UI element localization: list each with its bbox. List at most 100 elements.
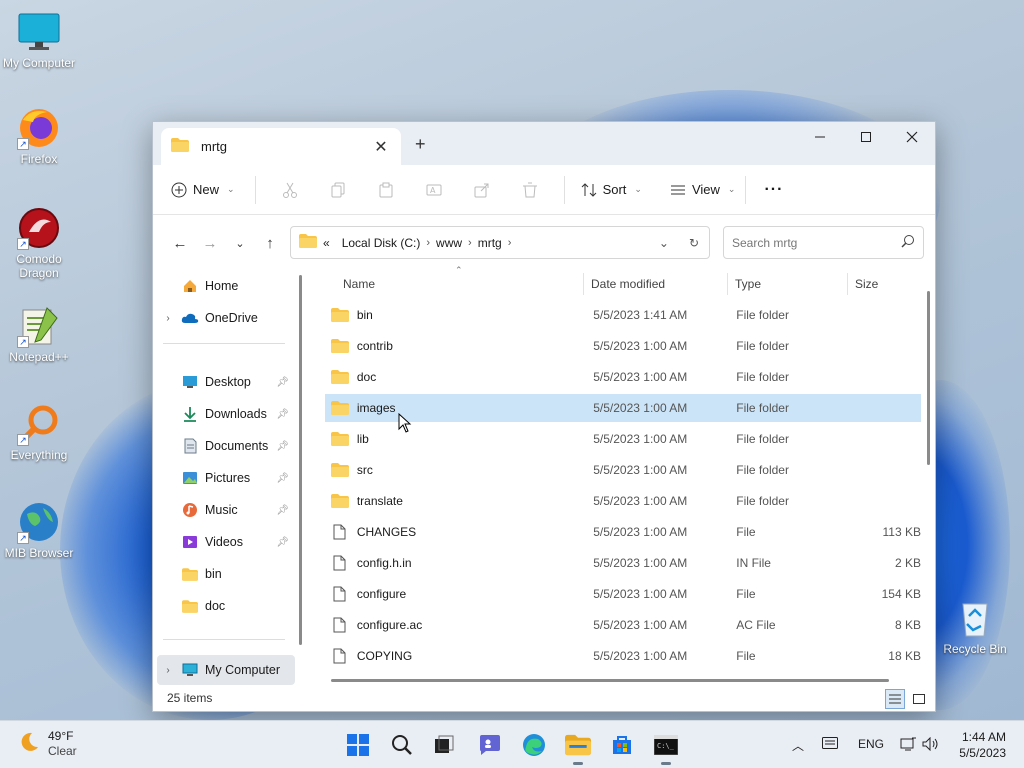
keyboard-icon[interactable] <box>822 737 838 752</box>
vertical-scrollbar[interactable] <box>927 291 930 465</box>
speaker-icon[interactable] <box>922 736 940 754</box>
file-row-images[interactable]: images 5/5/2023 1:00 AM File folder <box>325 394 921 422</box>
paste-icon[interactable] <box>362 182 410 198</box>
search-icon[interactable] <box>901 234 915 251</box>
copy-icon[interactable] <box>314 182 362 198</box>
sidebar-item-bin[interactable]: bin <box>157 559 295 589</box>
column-header-size[interactable]: Size <box>855 271 878 297</box>
sidebar-item-desktop[interactable]: Desktop 📌︎ <box>157 367 295 397</box>
cut-icon[interactable] <box>266 182 314 198</box>
column-divider[interactable] <box>727 273 728 295</box>
pin-icon[interactable]: 📌︎ <box>276 377 289 388</box>
column-divider[interactable] <box>847 273 848 295</box>
new-button[interactable]: New ⌄ <box>171 182 235 198</box>
chevron-right-icon[interactable]: › <box>426 237 430 249</box>
terminal-icon[interactable]: C:\_ <box>652 731 680 765</box>
file-row-src[interactable]: src 5/5/2023 1:00 AM File folder <box>325 456 921 484</box>
sidebar-item-doc[interactable]: doc <box>157 591 295 621</box>
breadcrumb-overflow[interactable]: « <box>323 236 330 250</box>
address-bar[interactable]: « Local Disk (C:) › www › mrtg › ⌄ ↻ <box>290 226 710 259</box>
breadcrumb-local-disk[interactable]: Local Disk (C:) <box>342 236 421 250</box>
rename-icon[interactable]: A <box>410 182 458 198</box>
chevron-right-icon[interactable]: › <box>157 665 179 676</box>
desktop-icon-recycle-bin[interactable]: Recycle Bin <box>937 596 1013 656</box>
breadcrumb-mrtg[interactable]: mrtg <box>478 236 502 250</box>
pin-icon[interactable]: 📌︎ <box>276 409 289 420</box>
desktop-icon-notepad-plus-plus[interactable]: ↗ Notepad++ <box>1 304 77 364</box>
pin-icon[interactable]: 📌︎ <box>276 473 289 484</box>
sidebar-item-my-computer[interactable]: › My Computer <box>157 655 295 685</box>
sidebar-item-documents[interactable]: Documents 📌︎ <box>157 431 295 461</box>
pin-icon[interactable]: 📌︎ <box>276 505 289 516</box>
chevron-up-icon[interactable]: ︿ <box>792 737 804 754</box>
new-tab-button[interactable]: + <box>415 134 426 155</box>
file-type: File folder <box>736 432 789 446</box>
sidebar-item-home[interactable]: Home <box>157 271 295 301</box>
file-row-doc[interactable]: doc 5/5/2023 1:00 AM File folder <box>325 363 921 391</box>
breadcrumb-www[interactable]: www <box>436 236 462 250</box>
chevron-down-icon: ⌄ <box>634 184 642 194</box>
sort-button[interactable]: Sort ⌄ <box>581 182 642 198</box>
file-row-translate[interactable]: translate 5/5/2023 1:00 AM File folder <box>325 487 921 515</box>
desktop-icon-comodo-dragon[interactable]: ↗ Comodo Dragon <box>1 206 77 280</box>
desktop-icon-firefox[interactable]: ↗ Firefox <box>1 106 77 166</box>
column-divider[interactable] <box>583 273 584 295</box>
share-icon[interactable] <box>458 182 506 198</box>
weather-widget[interactable]: 49°F Clear <box>18 729 77 758</box>
tab-mrtg[interactable]: mrtg ✕ <box>161 128 401 165</box>
desktop-icon-mib-browser[interactable]: ↗ MIB Browser <box>1 500 77 560</box>
chat-icon[interactable] <box>476 731 504 759</box>
maximize-button[interactable] <box>843 122 889 152</box>
language-indicator[interactable]: ENG <box>858 737 884 751</box>
forward-arrow-icon[interactable]: → <box>195 235 225 252</box>
sidebar-item-music[interactable]: Music 📌︎ <box>157 495 295 525</box>
file-row-changes[interactable]: CHANGES 5/5/2023 1:00 AM File 113 KB <box>325 518 921 546</box>
chevron-down-icon[interactable]: ⌄ <box>659 236 669 250</box>
chevron-right-icon[interactable]: › <box>468 237 472 249</box>
details-view-icon[interactable] <box>885 689 905 709</box>
close-tab-icon[interactable]: ✕ <box>371 137 391 157</box>
sidebar-item-onedrive[interactable]: › OneDrive <box>157 303 295 333</box>
file-row-config-h-in[interactable]: config.h.in 5/5/2023 1:00 AM IN File 2 KB <box>325 549 921 577</box>
column-header-type[interactable]: Type <box>735 271 761 297</box>
task-view-icon[interactable] <box>430 731 458 759</box>
pin-icon[interactable]: 📌︎ <box>276 537 289 548</box>
desktop-icon-label: Recycle Bin <box>943 642 1007 656</box>
file-explorer-taskbar-icon[interactable] <box>564 731 592 765</box>
more-options-button[interactable]: ··· <box>764 181 783 199</box>
sidebar-item-downloads[interactable]: Downloads 📌︎ <box>157 399 295 429</box>
up-arrow-icon[interactable]: ↑ <box>255 235 285 252</box>
network-icon[interactable] <box>900 737 916 754</box>
minimize-button[interactable] <box>797 122 843 152</box>
search-box[interactable]: Search mrtg <box>723 226 924 259</box>
search-taskbar-icon[interactable] <box>388 731 416 759</box>
file-row-configure[interactable]: configure 5/5/2023 1:00 AM File 154 KB <box>325 580 921 608</box>
clock[interactable]: 1:44 AM 5/5/2023 <box>959 729 1006 761</box>
tiles-view-icon[interactable] <box>909 689 929 709</box>
view-button[interactable]: View ⌄ <box>670 182 735 198</box>
file-row-contrib[interactable]: contrib 5/5/2023 1:00 AM File folder <box>325 332 921 360</box>
column-header-name[interactable]: Name <box>343 271 375 297</box>
sidebar-scrollbar[interactable] <box>299 275 302 645</box>
back-arrow-icon[interactable]: ← <box>165 235 195 252</box>
recent-locations-chevron-icon[interactable]: ⌄ <box>225 237 255 250</box>
desktop-icon-my-computer[interactable]: My Computer <box>1 10 77 70</box>
edge-icon[interactable] <box>520 731 548 759</box>
column-header-date-modified[interactable]: Date modified <box>591 271 665 297</box>
chevron-right-icon[interactable]: › <box>508 237 512 249</box>
start-button[interactable] <box>344 731 372 759</box>
sidebar-item-videos[interactable]: Videos 📌︎ <box>157 527 295 557</box>
pin-icon[interactable]: 📌︎ <box>276 441 289 452</box>
sidebar-item-pictures[interactable]: Pictures 📌︎ <box>157 463 295 493</box>
refresh-icon[interactable]: ↻ <box>689 236 699 250</box>
file-row-bin[interactable]: bin 5/5/2023 1:41 AM File folder <box>325 301 921 329</box>
microsoft-store-icon[interactable] <box>608 731 636 759</box>
file-row-copying[interactable]: COPYING 5/5/2023 1:00 AM File 18 KB <box>325 642 921 670</box>
file-row-lib[interactable]: lib 5/5/2023 1:00 AM File folder <box>325 425 921 453</box>
delete-icon[interactable] <box>506 182 554 198</box>
desktop-icon-everything[interactable]: ↗ Everything <box>1 402 77 462</box>
chevron-right-icon[interactable]: › <box>157 313 179 324</box>
horizontal-scrollbar[interactable] <box>331 679 889 682</box>
close-window-button[interactable] <box>889 122 935 152</box>
file-row-configure-ac[interactable]: configure.ac 5/5/2023 1:00 AM AC File 8 KB <box>325 611 921 639</box>
